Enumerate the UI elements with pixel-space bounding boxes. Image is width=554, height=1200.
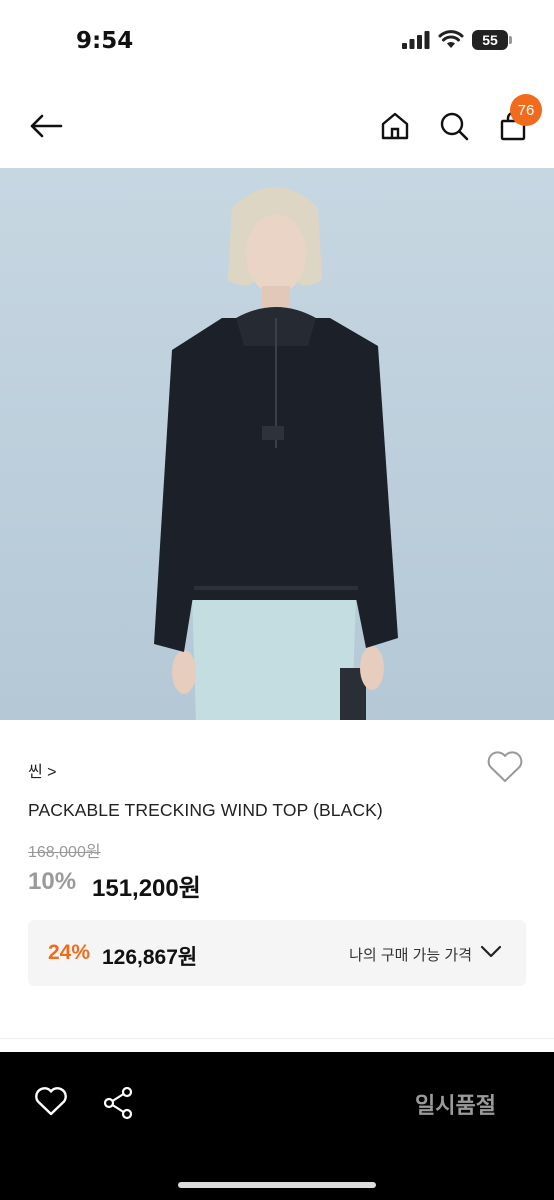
member-price-label: 나의 구매 가능 가격 xyxy=(349,947,472,964)
share-button[interactable] xyxy=(102,1086,136,1125)
member-price-box[interactable]: 24% 126,867원 나의 구매 가능 가격 xyxy=(28,920,526,986)
model-wearing-jacket-image xyxy=(0,168,554,720)
chevron-down-icon xyxy=(480,945,502,958)
back-button[interactable] xyxy=(26,106,66,146)
status-bar: 9:54 55 xyxy=(0,0,554,80)
bottom-wishlist-button[interactable] xyxy=(34,1086,68,1123)
wishlist-button[interactable] xyxy=(486,750,524,789)
product-title: PACKABLE TRECKING WIND TOP (BLACK) xyxy=(28,800,383,820)
status-time: 9:54 xyxy=(76,28,134,54)
back-arrow-icon xyxy=(30,114,63,138)
home-icon xyxy=(381,112,409,140)
search-icon xyxy=(440,112,469,141)
member-discount-rate: 24% xyxy=(48,941,91,964)
share-icon xyxy=(103,1086,133,1120)
discount-rate: 10% xyxy=(28,868,77,895)
member-price: 126,867원 xyxy=(102,946,198,969)
brand-link[interactable]: 씬 > xyxy=(28,758,57,782)
original-price: 168,000원 xyxy=(28,844,101,861)
home-button[interactable] xyxy=(375,106,415,146)
home-indicator xyxy=(178,1182,376,1188)
product-image[interactable] xyxy=(0,168,554,720)
cart-count-badge: 76 xyxy=(510,94,542,126)
heart-icon xyxy=(35,1087,67,1116)
search-button[interactable] xyxy=(434,106,474,146)
bottom-action-bar: 일시품절 xyxy=(0,1052,554,1200)
sale-price: 151,200원 xyxy=(92,875,201,902)
section-divider xyxy=(0,1038,554,1039)
sold-out-button[interactable]: 일시품절 xyxy=(415,1088,496,1120)
heart-outline-icon xyxy=(487,751,523,782)
nav-bar xyxy=(0,90,554,166)
wifi-icon xyxy=(438,30,464,48)
battery-icon: 55 xyxy=(472,30,512,50)
cellular-signal-icon xyxy=(402,31,430,49)
status-icons: 55 xyxy=(402,30,512,50)
